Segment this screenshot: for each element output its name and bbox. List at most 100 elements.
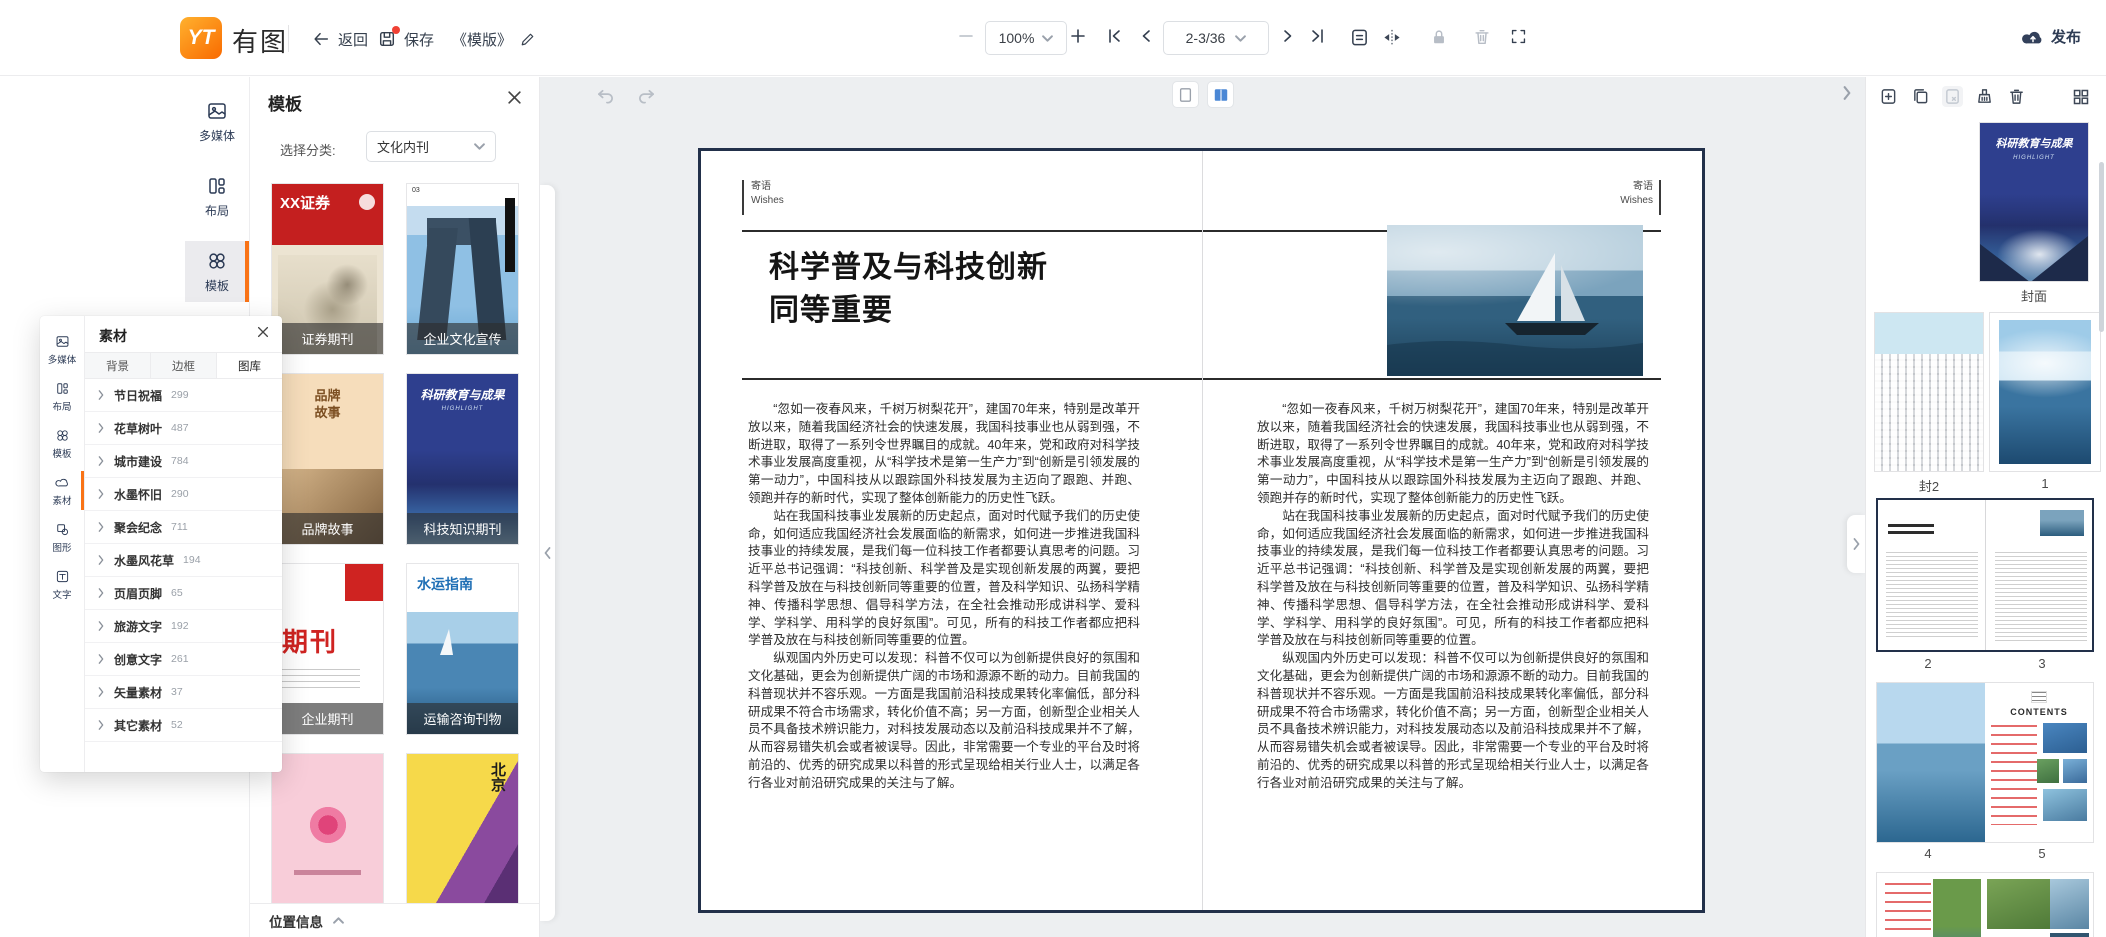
template-cover-title: 科研教育与成果: [407, 386, 518, 403]
page-thumb-spread-4-5[interactable]: CONTENTS: [1876, 682, 2094, 843]
asset-category-row[interactable]: 聚会纪念711: [85, 511, 282, 544]
sidebar-item-templates[interactable]: 模板: [185, 241, 249, 302]
template-card-securities[interactable]: XX证券 证券期刊: [271, 183, 384, 355]
page-thumb-inside-cover[interactable]: [1874, 312, 1984, 472]
template-cover-subtitle: HIGHLIGHT: [407, 406, 518, 412]
asset-category-row[interactable]: 创意文字261: [85, 643, 282, 676]
asset-category-row[interactable]: 花草树叶487: [85, 412, 282, 445]
page-indicator-select[interactable]: 2-3/36: [1163, 21, 1269, 55]
right-page-text[interactable]: “忽如一夜春风来，千树万树梨花开”，建国70年来，特别是改革开放以来，随着我国经…: [1257, 401, 1649, 793]
delete-page-icon[interactable]: [2006, 86, 2027, 107]
layout-icon: [55, 381, 70, 396]
cloud-upload-icon: [2022, 28, 2044, 46]
assets-floating-panel[interactable]: 多媒体 布局 模板 素材 图形 文字 素材 背景 边框 图库: [40, 316, 282, 772]
asset-category-row[interactable]: 水墨怀旧290: [85, 478, 282, 511]
assets-rail-shapes[interactable]: 图形: [40, 514, 84, 561]
duplicate-page-icon[interactable]: [1910, 86, 1931, 107]
grid-view-icon[interactable]: [2072, 88, 2090, 106]
page-thumb-spread-2-3-selected[interactable]: [1876, 498, 2094, 652]
header-en: Wishes: [1620, 194, 1653, 208]
template-card-partial-beijing[interactable]: 北京: [406, 753, 519, 925]
sailboat-photo[interactable]: [1387, 225, 1643, 376]
assets-rail-text[interactable]: 文字: [40, 561, 84, 608]
redo-icon[interactable]: [637, 87, 656, 106]
category-count: 711: [171, 521, 188, 533]
tab-borders[interactable]: 边框: [151, 353, 217, 378]
collapse-templates-panel-handle[interactable]: [540, 185, 555, 921]
page-spread[interactable]: 寄语 Wishes 寄语 Wishes 科学普及与科技创新 同等重要 “忽如一夜…: [698, 148, 1705, 913]
pages-scrollbar[interactable]: [2099, 162, 2104, 332]
fullscreen-button[interactable]: [1510, 28, 1527, 45]
assets-rail-layout[interactable]: 布局: [40, 373, 84, 420]
add-page-icon[interactable]: [1878, 86, 1899, 107]
facing-pages-button[interactable]: [1382, 28, 1402, 47]
sidebar-item-multimedia[interactable]: 多媒体: [185, 91, 249, 152]
mini-title: [1888, 524, 1934, 534]
pages-panel: 科研教育与成果 HIGHLIGHT 封面 封2 1 2 3 CONTENTS 4…: [1865, 77, 2106, 937]
save-button[interactable]: 保存: [378, 27, 434, 51]
document-title[interactable]: 《模版》: [452, 27, 535, 51]
last-page-button[interactable]: [1310, 28, 1326, 44]
assets-panel-main: 素材 背景 边框 图库 节日祝福299 花草树叶487 城市建设784 水墨怀旧…: [85, 316, 282, 772]
sidebar-item-layout[interactable]: 布局: [185, 166, 249, 227]
mini-title: [2031, 691, 2047, 703]
right-page-header[interactable]: 寄语 Wishes: [1620, 180, 1653, 208]
lock-button[interactable]: [1430, 28, 1448, 46]
asset-category-row[interactable]: 城市建设784: [85, 445, 282, 478]
assets-rail-templates[interactable]: 模板: [40, 420, 84, 467]
template-label: 证券期刊: [272, 323, 383, 354]
template-card-partial-pink[interactable]: [271, 753, 384, 925]
template-card-enterprise-journal[interactable]: 期刊 企业期刊: [271, 563, 384, 735]
mini-image: [2050, 879, 2089, 929]
back-button[interactable]: 返回: [312, 27, 368, 51]
zoom-level-select[interactable]: 100%: [985, 21, 1067, 55]
asset-category-row[interactable]: 旅游文字192: [85, 610, 282, 643]
close-icon[interactable]: [256, 325, 270, 339]
category-label: 选择分类:: [280, 140, 336, 159]
assets-rail-multimedia[interactable]: 多媒体: [40, 326, 84, 373]
next-page-button[interactable]: [1280, 28, 1296, 44]
asset-category-row[interactable]: 水墨风花草194: [85, 544, 282, 577]
category-select[interactable]: 文化内刊: [366, 131, 496, 162]
paste-page-icon[interactable]: [1942, 86, 1963, 107]
template-card-brand-story[interactable]: 品牌 故事 品牌故事: [271, 373, 384, 545]
left-page-text[interactable]: “忽如一夜春风来，千树万树梨花开”，建国70年来，特别是改革开放以来，随着我国经…: [748, 401, 1140, 793]
asset-category-row[interactable]: 页眉页脚65: [85, 577, 282, 610]
spread-view-button[interactable]: [1207, 81, 1234, 108]
chevron-right-icon: [97, 654, 105, 664]
article-title[interactable]: 科学普及与科技创新 同等重要: [769, 246, 1048, 332]
article-title-line2: 同等重要: [769, 289, 1048, 332]
assets-rail-assets[interactable]: 素材: [40, 467, 84, 514]
page-thumb-cover[interactable]: 科研教育与成果 HIGHLIGHT: [1979, 122, 2089, 282]
asset-category-row[interactable]: 其它素材52: [85, 709, 282, 742]
close-icon[interactable]: [506, 89, 523, 106]
first-page-button[interactable]: [1106, 28, 1122, 44]
zoom-in-button[interactable]: [1070, 28, 1086, 44]
page-settings-button[interactable]: [1350, 28, 1369, 47]
publish-button[interactable]: 发布: [2022, 26, 2081, 47]
expand-right-panel-handle[interactable]: [1847, 515, 1865, 573]
template-card-corporate-culture[interactable]: 03 企业文化宣传: [406, 183, 519, 355]
undo-icon[interactable]: [596, 87, 615, 106]
tab-gallery[interactable]: 图库: [217, 353, 282, 378]
page-thumb-spread-6-7[interactable]: [1876, 872, 2094, 937]
template-card-shipping-guide[interactable]: 水运指南 运输咨询刊物: [406, 563, 519, 735]
asset-category-row[interactable]: 节日祝福299: [85, 379, 282, 412]
view-mode-toggles: [1172, 81, 1234, 108]
app-logo[interactable]: YT: [180, 17, 222, 59]
tab-backgrounds[interactable]: 背景: [85, 353, 151, 378]
prev-page-button[interactable]: [1138, 28, 1154, 44]
asset-category-row[interactable]: 矢量素材37: [85, 676, 282, 709]
single-page-view-button[interactable]: [1172, 81, 1199, 108]
delete-button[interactable]: [1473, 28, 1491, 46]
template-card-science-journal[interactable]: 科研教育与成果 HIGHLIGHT 科技知识期刊: [406, 373, 519, 545]
position-info-toggle[interactable]: 位置信息: [250, 903, 539, 937]
left-page-header[interactable]: 寄语 Wishes: [751, 180, 784, 208]
clean-page-icon[interactable]: [1974, 86, 1995, 107]
templates-panel-title: 模板: [268, 90, 302, 115]
collapse-right-panel-chevron[interactable]: [1841, 86, 1853, 100]
contents-title: CONTENTS: [1985, 707, 2093, 717]
page-thumb-1[interactable]: [1989, 312, 2101, 472]
editor-canvas[interactable]: 寄语 Wishes 寄语 Wishes 科学普及与科技创新 同等重要 “忽如一夜…: [540, 77, 1865, 937]
zoom-out-button[interactable]: [958, 28, 974, 44]
